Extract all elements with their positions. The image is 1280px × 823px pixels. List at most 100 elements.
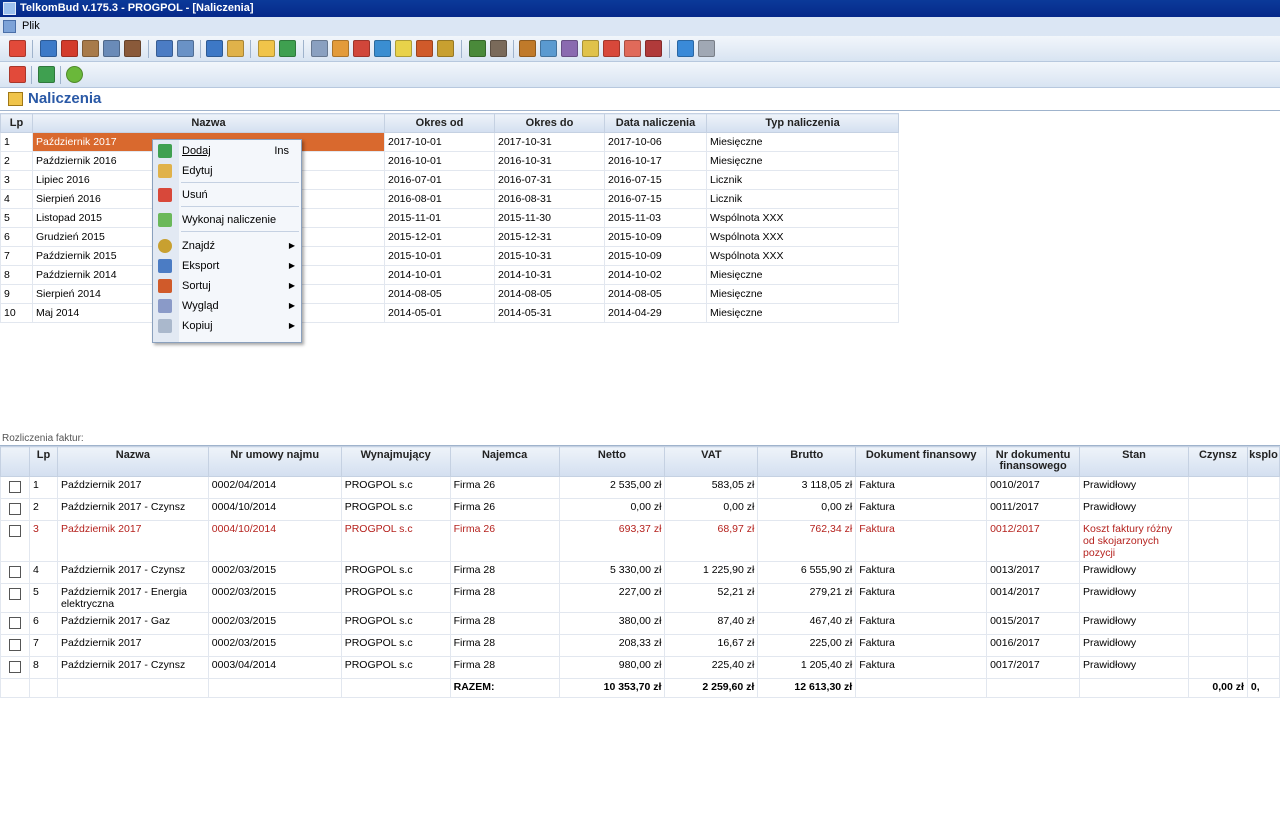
col-lp[interactable]: Lp [28, 446, 58, 477]
alarm-icon[interactable] [645, 40, 662, 57]
table-row[interactable]: 7 Październik 2015 2015-10-01 2015-10-31 201… [0, 246, 899, 266]
table-row[interactable]: 5 Listopad 2015 2015-11-01 2015-11-30 2015-1… [0, 208, 899, 228]
table-row[interactable]: 9 Sierpień 2014 2014-08-05 2014-08-05 2014-0… [0, 284, 899, 304]
submenu-arrow-icon: ▶ [288, 261, 295, 270]
cell-name: Październik 2017 - Czynsz [56, 498, 209, 521]
search-record-icon[interactable] [437, 40, 454, 57]
table-row[interactable]: 2 Październik 2016 2016-10-01 2016-10-31 201… [0, 151, 899, 171]
table-row[interactable]: 8 Październik 2017 - Czynsz 0003/04/2014 PR… [0, 656, 1280, 679]
calculator-icon[interactable] [395, 40, 412, 57]
tools-icon[interactable] [416, 40, 433, 57]
table-row[interactable]: 6 Grudzień 2015 2015-12-01 2015-12-31 2015-1… [0, 227, 899, 247]
preview-icon[interactable] [177, 40, 194, 57]
books-icon[interactable] [353, 40, 370, 57]
menu-file[interactable]: Plik [22, 20, 40, 32]
table-row[interactable]: 1 Październik 2017 2017-10-01 2017-10-31 201… [0, 132, 899, 152]
cell-net: 5 330,00 zł [558, 561, 666, 584]
report-icon[interactable] [311, 40, 328, 57]
col-lp[interactable]: Lp [0, 113, 33, 133]
row-checkbox[interactable] [9, 481, 21, 493]
home-icon[interactable] [61, 40, 78, 57]
col-extra[interactable]: ksplo [1246, 446, 1280, 477]
col-gross[interactable]: Brutto [757, 446, 857, 477]
col-type[interactable]: Typ naliczenia [706, 113, 899, 133]
col-contract[interactable]: Nr umowy najmu [207, 446, 342, 477]
folder-icon[interactable] [227, 40, 244, 57]
calculate-icon[interactable] [279, 40, 296, 57]
row-checkbox[interactable] [9, 503, 21, 515]
document-icon[interactable] [332, 40, 349, 57]
add-row-icon[interactable] [38, 66, 55, 83]
col-landlord[interactable]: Wynajmujący [340, 446, 451, 477]
cell-landlord: PROGPOL s.c [340, 520, 451, 562]
menu-item-add[interactable]: Dodaj Ins [153, 141, 301, 161]
grid-icon[interactable] [103, 40, 120, 57]
cell-net: 2 535,00 zł [558, 476, 666, 499]
people-icon[interactable] [469, 40, 486, 57]
menu-item-run-accrual[interactable]: Wykonaj naliczenie [153, 210, 301, 230]
cell-vat: 68,97 zł [664, 520, 759, 562]
col-rent[interactable]: Czynsz [1187, 446, 1248, 477]
col-from[interactable]: Okres od [384, 113, 495, 133]
cell-name: Październik 2017 - Czynsz [56, 656, 209, 679]
table-row[interactable]: 1 Październik 2017 0002/04/2014 PROGPOL s.c… [0, 476, 1280, 499]
col-doc[interactable]: Dokument finansowy [855, 446, 988, 477]
cell-from: 2014-08-05 [384, 284, 495, 304]
building-icon[interactable] [124, 40, 141, 57]
print-icon[interactable] [156, 40, 173, 57]
chat-icon[interactable] [677, 40, 694, 57]
col-vat[interactable]: VAT [664, 446, 759, 477]
table-row[interactable]: 10 Maj 2014 2014-05-01 2014-05-31 2014-04-29… [0, 303, 899, 323]
table-row[interactable]: 3 Październik 2017 0004/10/2014 PROGPOL s.c… [0, 520, 1280, 562]
invoice-red-icon[interactable] [603, 40, 620, 57]
table-row[interactable]: 6 Październik 2017 - Gaz 0002/03/2015 PROGP… [0, 612, 1280, 635]
menu-item-edit[interactable]: Edytuj [153, 161, 301, 181]
table-row[interactable]: 5 Październik 2017 - Energia elektryczna 0… [0, 583, 1280, 613]
pdf-icon[interactable] [624, 40, 641, 57]
accruals-table: Lp Nazwa Okres od Okres do Data naliczen… [0, 113, 899, 323]
menu-item-view[interactable]: Wygląd ▶ [153, 296, 301, 316]
col-docnr[interactable]: Nr dokumentu finansowego [986, 446, 1081, 477]
columns-icon[interactable] [561, 40, 578, 57]
menu-item-find[interactable]: Znajdź ▶ [153, 236, 301, 256]
close-document-icon[interactable] [9, 40, 26, 57]
col-name[interactable]: Nazwa [56, 446, 209, 477]
col-net[interactable]: Netto [558, 446, 666, 477]
save-icon[interactable] [206, 40, 223, 57]
row-checkbox[interactable] [9, 566, 21, 578]
table-row[interactable]: 3 Lipiec 2016 2016-07-01 2016-07-31 2016-07-… [0, 170, 899, 190]
note-icon[interactable] [582, 40, 599, 57]
col-tenant[interactable]: Najemca [449, 446, 560, 477]
cell-rent [1187, 476, 1248, 499]
menu-item-copy[interactable]: Kopiuj ▶ [153, 316, 301, 336]
door-icon[interactable] [82, 40, 99, 57]
col-state[interactable]: Stan [1079, 446, 1189, 477]
transfer-icon[interactable] [540, 40, 557, 57]
bookmark-icon[interactable] [519, 40, 536, 57]
col-name[interactable]: Nazwa [32, 113, 385, 133]
menu-item-sort[interactable]: Sortuj ▶ [153, 276, 301, 296]
col-to[interactable]: Okres do [494, 113, 605, 133]
settings-gear-icon[interactable] [698, 40, 715, 57]
table-row[interactable]: 8 Październik 2014 2014-10-01 2014-10-31 201… [0, 265, 899, 285]
users-icon[interactable] [40, 40, 57, 57]
table-row[interactable]: 2 Październik 2017 - Czynsz 0004/10/2014 PR… [0, 498, 1280, 521]
row-checkbox[interactable] [9, 639, 21, 651]
row-checkbox[interactable] [9, 617, 21, 629]
row-checkbox[interactable] [9, 525, 21, 537]
refresh-icon[interactable] [66, 66, 83, 83]
table-row[interactable]: 4 Sierpień 2016 2016-08-01 2016-08-31 2016-0… [0, 189, 899, 209]
row-checkbox[interactable] [9, 661, 21, 673]
bank-icon[interactable] [490, 40, 507, 57]
table-row[interactable]: 7 Październik 2017 0002/03/2015 PROGPOL s.c… [0, 634, 1280, 657]
invoice-icon[interactable] [258, 40, 275, 57]
accruals-header-row: Lp Nazwa Okres od Okres do Data naliczen… [0, 113, 899, 133]
table-row[interactable]: 4 Październik 2017 - Czynsz 0002/03/2015 PR… [0, 561, 1280, 584]
chart-icon[interactable] [374, 40, 391, 57]
col-date[interactable]: Data naliczenia [604, 113, 707, 133]
cell-state: Koszt faktury różny od skojarzonych pozy… [1079, 520, 1189, 562]
menu-item-delete[interactable]: Usuń [153, 185, 301, 205]
menu-item-export[interactable]: Eksport ▶ [153, 256, 301, 276]
row-checkbox[interactable] [9, 588, 21, 600]
close-icon[interactable] [9, 66, 26, 83]
